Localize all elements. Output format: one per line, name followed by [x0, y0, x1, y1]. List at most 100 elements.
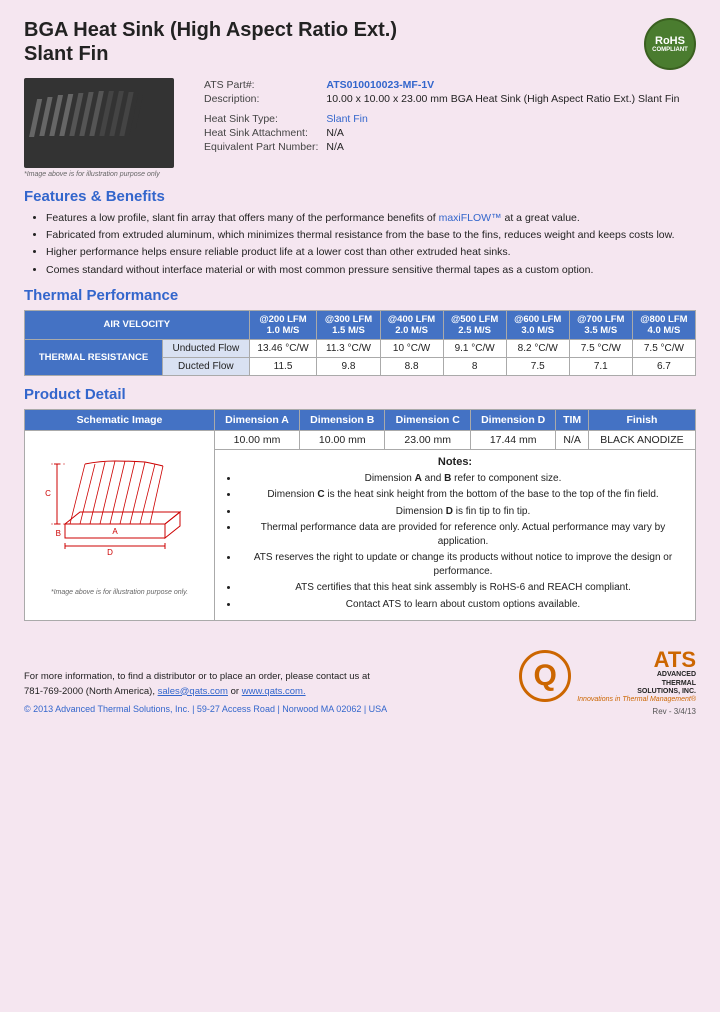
notes-title: Notes:	[223, 456, 687, 468]
schematic-cell: D C B A *Image above is for illustration…	[25, 430, 215, 621]
unducted-row: THERMAL RESISTANCE Unducted Flow 13.46 °…	[25, 339, 696, 357]
dim-b-value: 10.00 mm	[300, 430, 385, 449]
unducted-200: 13.46 °C/W	[249, 339, 317, 357]
title-block: BGA Heat Sink (High Aspect Ratio Ext.) S…	[24, 18, 397, 66]
dim-a-value: 10.00 mm	[215, 430, 300, 449]
air-velocity-header: AIR VELOCITY	[25, 310, 250, 339]
thermal-header-row: AIR VELOCITY @200 LFM1.0 M/S @300 LFM1.5…	[25, 310, 696, 339]
unducted-700: 7.5 °C/W	[569, 339, 632, 357]
part-value: ATS010010023-MF-1V	[322, 78, 683, 92]
notes-cell: Notes: Dimension A and B refer to compon…	[215, 449, 696, 621]
equiv-label: Equivalent Part Number:	[200, 140, 322, 154]
unducted-800: 7.5 °C/W	[632, 339, 695, 357]
feature-item-4: Comes standard without interface materia…	[46, 263, 696, 277]
ducted-800: 6.7	[632, 357, 695, 375]
part-row: ATS Part#: ATS010010023-MF-1V	[200, 78, 683, 92]
ats-full-name-line2: THERMAL	[577, 680, 696, 688]
part-label: ATS Part#:	[200, 78, 322, 92]
ats-full-name-line1: ADVANCED	[577, 671, 696, 679]
thermal-performance-table: AIR VELOCITY @200 LFM1.0 M/S @300 LFM1.5…	[24, 310, 696, 376]
ats-logo: Q ATS ADVANCED THERMAL SOLUTIONS, INC. I…	[519, 649, 696, 703]
ducted-500: 8	[443, 357, 506, 375]
product-title: BGA Heat Sink (High Aspect Ratio Ext.) S…	[24, 18, 397, 66]
ducted-400: 8.8	[380, 357, 443, 375]
page-number: Rev - 3/4/13	[519, 707, 696, 716]
product-image-block: *Image above is for illustration purpose…	[24, 78, 184, 178]
svg-text:C: C	[45, 489, 51, 498]
unducted-label: Unducted Flow	[163, 339, 250, 357]
footer-right: Q ATS ADVANCED THERMAL SOLUTIONS, INC. I…	[519, 649, 696, 716]
feature-item-2: Fabricated from extruded aluminum, which…	[46, 228, 696, 242]
product-image	[24, 78, 174, 168]
tim-header: TIM	[556, 409, 588, 430]
dim-a-header: Dimension A	[215, 409, 300, 430]
rohs-compliant: COMPLIANT	[652, 47, 688, 53]
equiv-row: Equivalent Part Number: N/A	[200, 140, 683, 154]
col-300lfm: @300 LFM1.5 M/S	[317, 310, 380, 339]
note-7: Contact ATS to learn about custom option…	[239, 598, 687, 612]
ducted-600: 7.5	[506, 357, 569, 375]
footer-section: For more information, to find a distribu…	[24, 641, 696, 716]
attachment-row: Heat Sink Attachment: N/A	[200, 126, 683, 140]
note-3: Dimension D is fin tip to fin tip.	[239, 505, 687, 519]
note-6: ATS certifies that this heat sink assemb…	[239, 581, 687, 595]
description-value: 10.00 x 10.00 x 23.00 mm BGA Heat Sink (…	[322, 92, 683, 106]
ducted-300: 9.8	[317, 357, 380, 375]
col-800lfm: @800 LFM4.0 M/S	[632, 310, 695, 339]
specs-table: ATS Part#: ATS010010023-MF-1V Descriptio…	[200, 78, 683, 154]
attachment-value: N/A	[322, 126, 683, 140]
schematic-caption: *Image above is for illustration purpose…	[29, 589, 210, 596]
ducted-200: 11.5	[249, 357, 317, 375]
footer-contact: For more information, to find a distribu…	[24, 670, 387, 699]
dim-d-header: Dimension D	[470, 409, 555, 430]
ducted-label: Ducted Flow	[163, 357, 250, 375]
type-label: Heat Sink Type:	[200, 112, 322, 126]
col-600lfm: @600 LFM3.0 M/S	[506, 310, 569, 339]
header-section: BGA Heat Sink (High Aspect Ratio Ext.) S…	[24, 18, 696, 70]
tim-value: N/A	[556, 430, 588, 449]
note-5: ATS reserves the right to update or chan…	[239, 551, 687, 578]
rohs-text: RoHS	[655, 35, 685, 47]
note-2: Dimension C is the heat sink height from…	[239, 488, 687, 502]
footer-connector: or	[231, 686, 242, 697]
footer-email-link[interactable]: sales@qats.com	[158, 686, 228, 697]
dim-b-header: Dimension B	[300, 409, 385, 430]
detail-header-row: Schematic Image Dimension A Dimension B …	[25, 409, 696, 430]
description-label: Description:	[200, 92, 322, 106]
ats-text-block: ATS ADVANCED THERMAL SOLUTIONS, INC. Inn…	[577, 649, 696, 703]
attachment-label: Heat Sink Attachment:	[200, 126, 322, 140]
feature-item-3: Higher performance helps ensure reliable…	[46, 245, 696, 259]
maxiflow-link[interactable]: maxiFLOW™	[439, 212, 502, 224]
svg-text:D: D	[107, 548, 113, 557]
unducted-300: 11.3 °C/W	[317, 339, 380, 357]
dim-d-value: 17.44 mm	[470, 430, 555, 449]
ats-tagline: Innovations in Thermal Management®	[577, 696, 696, 703]
features-list: Features a low profile, slant fin array …	[24, 211, 696, 277]
svg-text:A: A	[112, 527, 118, 536]
thermal-section-title: Thermal Performance	[24, 287, 696, 304]
product-detail-table: Schematic Image Dimension A Dimension B …	[24, 409, 696, 622]
note-1: Dimension A and B refer to component siz…	[239, 472, 687, 486]
col-500lfm: @500 LFM2.5 M/S	[443, 310, 506, 339]
unducted-400: 10 °C/W	[380, 339, 443, 357]
thermal-performance-table-wrap: AIR VELOCITY @200 LFM1.0 M/S @300 LFM1.5…	[24, 310, 696, 376]
notes-list: Dimension A and B refer to component siz…	[223, 472, 687, 612]
footer-copyright: © 2013 Advanced Thermal Solutions, Inc. …	[24, 703, 387, 717]
features-section-title: Features & Benefits	[24, 188, 696, 205]
schematic-header: Schematic Image	[25, 409, 215, 430]
col-700lfm: @700 LFM3.5 M/S	[569, 310, 632, 339]
finish-header: Finish	[588, 409, 695, 430]
unducted-600: 8.2 °C/W	[506, 339, 569, 357]
finish-value: BLACK ANODIZE	[588, 430, 695, 449]
feature-item-1: Features a low profile, slant fin array …	[46, 211, 696, 225]
thermal-resistance-label: THERMAL RESISTANCE	[25, 339, 163, 375]
specs-block: ATS Part#: ATS010010023-MF-1V Descriptio…	[200, 78, 696, 178]
col-400lfm: @400 LFM2.0 M/S	[380, 310, 443, 339]
product-info-row: *Image above is for illustration purpose…	[24, 78, 696, 178]
ats-q-circle: Q	[519, 650, 571, 702]
footer-website-link[interactable]: www.qats.com.	[242, 686, 306, 697]
svg-text:B: B	[55, 529, 60, 538]
equiv-value: N/A	[322, 140, 683, 154]
ducted-700: 7.1	[569, 357, 632, 375]
description-row: Description: 10.00 x 10.00 x 23.00 mm BG…	[200, 92, 683, 106]
